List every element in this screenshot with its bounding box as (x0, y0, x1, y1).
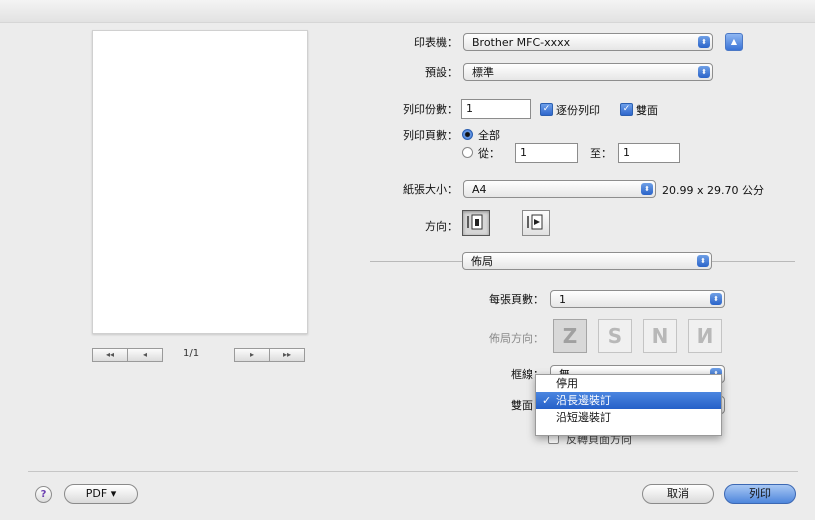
copies-label: 列印份數： (403, 103, 458, 116)
pages-per-sheet-value: 1 (559, 293, 566, 306)
menu-item-label: 沿長邊裝訂 (556, 394, 611, 407)
paper-size-value: A4 (472, 183, 487, 196)
menu-item-short-edge[interactable]: 沿短邊裝訂 (536, 409, 721, 426)
menu-item-off[interactable]: 停用 (536, 375, 721, 392)
preview-nav-forward: ▸ ▸▸ (234, 348, 305, 362)
pdf-button[interactable]: PDF ▾ (64, 484, 138, 504)
popup-arrows-icon: ⬍ (698, 66, 710, 78)
first-page-button[interactable]: ◂◂ (92, 348, 128, 362)
duplex-label: 雙面 (636, 104, 658, 117)
popup-arrows-icon: ⬍ (641, 183, 653, 195)
collate-checkbox[interactable]: ✓ (540, 103, 553, 116)
pages-per-sheet-popup[interactable]: 1 ⬍ (550, 290, 725, 308)
orientation-label: 方向： (425, 220, 458, 233)
section-separator-left (370, 261, 462, 262)
section-separator-right (712, 261, 795, 262)
portrait-icon (467, 214, 483, 230)
cancel-button[interactable]: 取消 (642, 484, 714, 504)
popup-arrows-icon: ⬍ (710, 293, 722, 305)
section-value: 佈局 (471, 255, 493, 268)
pages-all-radio[interactable] (462, 129, 473, 140)
menu-item-label: 沿短邊裝訂 (556, 411, 611, 424)
printer-popup[interactable]: Brother MFC-xxxx ⬍ (463, 33, 713, 51)
help-button[interactable]: ? (35, 486, 52, 503)
presets-value: 標準 (472, 66, 494, 79)
printer-label: 印表機： (414, 36, 458, 49)
presets-label: 預設： (425, 66, 458, 79)
section-popup[interactable]: 佈局 ⬍ (462, 252, 712, 270)
duplex-checkbox[interactable]: ✓ (620, 103, 633, 116)
layout-direction-label: 佈局方向： (489, 332, 544, 345)
copies-field[interactable]: 1 (461, 99, 531, 119)
last-page-button[interactable]: ▸▸ (270, 348, 305, 362)
pages-all-label: 全部 (478, 129, 500, 142)
pages-to-label: 至： (590, 147, 612, 160)
pages-from-field[interactable]: 1 (515, 143, 578, 163)
window-titlebar (0, 0, 815, 23)
direction-s-button[interactable]: S (598, 319, 632, 353)
footer-separator (28, 471, 798, 472)
pages-per-sheet-label: 每張頁數： (489, 293, 544, 306)
print-button[interactable]: 列印 (724, 484, 796, 504)
pages-from-label: 從： (478, 147, 500, 160)
checkmark-icon: ✓ (542, 394, 552, 407)
preview-nav-back: ◂◂ ◂ (92, 348, 163, 362)
paper-size-label: 紙張大小： (403, 183, 458, 196)
pages-label: 列印頁數： (403, 129, 458, 142)
direction-z-button[interactable]: Z (553, 319, 587, 353)
page-count: 1/1 (183, 348, 200, 359)
popup-arrows-icon: ⬍ (697, 255, 709, 267)
presets-popup[interactable]: 標準 ⬍ (463, 63, 713, 81)
landscape-button[interactable] (522, 210, 550, 236)
pages-to-field[interactable]: 1 (618, 143, 680, 163)
next-page-button[interactable]: ▸ (234, 348, 270, 362)
paper-dimensions: 20.99 x 29.70 公分 (662, 184, 764, 197)
pages-range-radio[interactable] (462, 147, 473, 158)
disclosure-button[interactable]: ▲ (725, 33, 743, 51)
direction-n-button[interactable]: N (643, 319, 677, 353)
popup-arrows-icon: ⬍ (698, 36, 710, 48)
direction-reverse-n-button[interactable]: И (688, 319, 722, 353)
print-dialog: ◂◂ ◂ 1/1 ▸ ▸▸ 印表機： Brother MFC-xxxx ⬍ ▲ … (0, 0, 815, 520)
collate-label: 逐份列印 (556, 104, 600, 117)
paper-size-popup[interactable]: A4 ⬍ (463, 180, 656, 198)
printer-value: Brother MFC-xxxx (472, 36, 571, 49)
landscape-icon (527, 214, 543, 230)
menu-item-long-edge[interactable]: ✓ 沿長邊裝訂 (536, 392, 721, 409)
two-sided-menu: 停用 ✓ 沿長邊裝訂 沿短邊裝訂 (535, 374, 722, 436)
page-preview (92, 30, 308, 334)
portrait-button[interactable] (462, 210, 490, 236)
menu-item-label: 停用 (556, 377, 578, 390)
previous-page-button[interactable]: ◂ (128, 348, 163, 362)
